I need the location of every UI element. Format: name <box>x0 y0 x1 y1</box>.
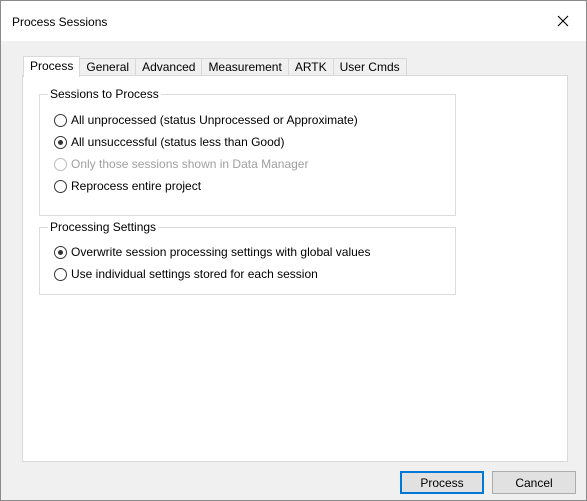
option-label: Reprocess entire project <box>71 179 202 193</box>
close-icon <box>557 15 569 27</box>
sessions-to-process-group: Sessions to Process All unprocessed (sta… <box>39 87 456 216</box>
radio-button-selected[interactable] <box>54 135 67 149</box>
option-overwrite-global[interactable]: Overwrite session processing settings wi… <box>54 244 370 260</box>
option-reprocess-entire-project[interactable]: Reprocess entire project <box>54 178 201 194</box>
option-label: Use individual settings stored for each … <box>71 267 318 281</box>
process-sessions-dialog: Process Sessions Process General Advance… <box>0 0 587 501</box>
radio-button-selected[interactable] <box>54 245 67 259</box>
tab-user-cmds[interactable]: User Cmds <box>333 58 407 76</box>
radio-button[interactable] <box>54 113 67 127</box>
option-label: All unprocessed (status Unprocessed or A… <box>71 113 358 127</box>
tab-general[interactable]: General <box>80 58 137 76</box>
option-all-unprocessed[interactable]: All unprocessed (status Unprocessed or A… <box>54 112 358 128</box>
sessions-group-title: Sessions to Process <box>48 87 161 101</box>
tab-advanced[interactable]: Advanced <box>136 58 203 76</box>
process-button[interactable]: Process <box>400 471 484 494</box>
option-label: All unsuccessful (status less than Good) <box>71 135 285 149</box>
radio-button[interactable] <box>54 267 67 281</box>
processing-settings-group: Processing Settings Overwrite session pr… <box>39 220 456 295</box>
window-title: Process Sessions <box>12 15 108 29</box>
title-bar: Process Sessions <box>1 1 586 41</box>
radio-button[interactable] <box>54 179 67 193</box>
option-individual-settings[interactable]: Use individual settings stored for each … <box>54 266 318 282</box>
settings-group-title: Processing Settings <box>48 220 159 234</box>
tab-process[interactable]: Process <box>23 56 81 77</box>
option-data-manager-sessions: Only those sessions shown in Data Manage… <box>54 156 308 172</box>
tab-artk[interactable]: ARTK <box>288 58 334 76</box>
option-label: Overwrite session processing settings wi… <box>71 245 371 259</box>
option-all-unsuccessful[interactable]: All unsuccessful (status less than Good) <box>54 134 284 150</box>
tab-measurement[interactable]: Measurement <box>202 58 289 76</box>
option-label: Only those sessions shown in Data Manage… <box>71 157 309 171</box>
process-tab-panel: Sessions to Process All unprocessed (sta… <box>22 75 568 462</box>
tab-strip: Process General Advanced Measurement ART… <box>23 56 407 77</box>
close-button[interactable] <box>540 1 586 41</box>
radio-button-disabled <box>54 157 67 171</box>
cancel-button[interactable]: Cancel <box>492 471 576 494</box>
